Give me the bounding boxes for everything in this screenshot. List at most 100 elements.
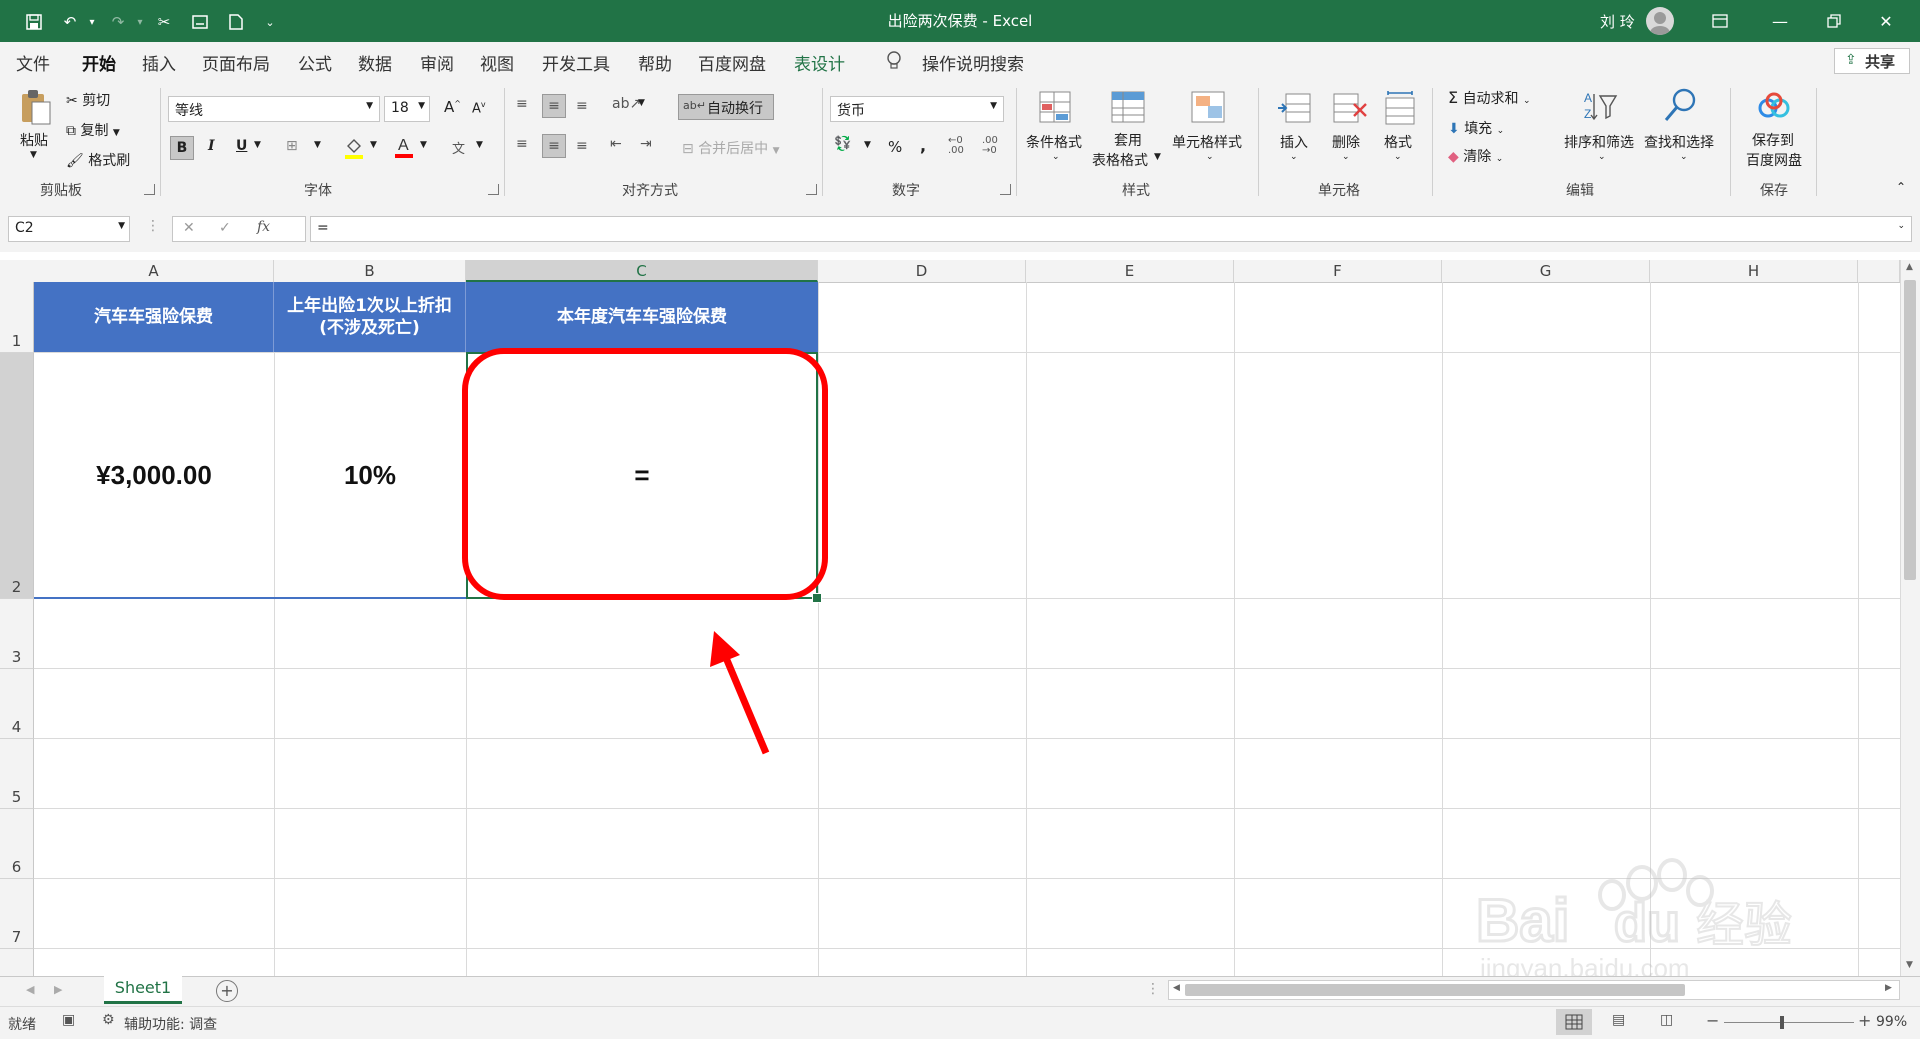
- baidu-netdisk-icon[interactable]: [1756, 92, 1794, 130]
- align-center-icon[interactable]: ≡: [542, 134, 566, 158]
- tab-data[interactable]: 数据: [358, 50, 392, 75]
- zoom-level[interactable]: 99%: [1876, 1014, 1907, 1030]
- zoom-slider[interactable]: [1724, 1022, 1854, 1023]
- zoom-slider-thumb[interactable]: [1780, 1016, 1784, 1029]
- row-header-1[interactable]: 1: [0, 282, 34, 353]
- sheet-tab-sheet1[interactable]: Sheet1: [104, 976, 182, 1004]
- row-header-7[interactable]: 7: [0, 879, 34, 949]
- font-name-select[interactable]: 等线 ▼: [168, 96, 380, 122]
- tab-review[interactable]: 审阅: [420, 50, 454, 75]
- horizontal-scrollbar[interactable]: ◀ ▶: [1168, 980, 1900, 1000]
- column-header-c[interactable]: C: [466, 260, 818, 282]
- fill-color-icon[interactable]: [344, 136, 364, 164]
- insert-cells-label[interactable]: 插入: [1280, 132, 1308, 152]
- clear-button[interactable]: ◆ 清除 ⌄: [1448, 146, 1503, 166]
- find-select-label[interactable]: 查找和选择: [1644, 132, 1714, 152]
- font-color-dropdown-icon[interactable]: ▼: [420, 140, 427, 150]
- cell-a1[interactable]: 汽车车强险保费: [34, 282, 274, 352]
- cell-styles-dropdown-icon[interactable]: ⌄: [1206, 152, 1214, 162]
- add-sheet-icon[interactable]: +: [216, 980, 238, 1002]
- format-cells-icon[interactable]: [1382, 90, 1420, 128]
- underline-button[interactable]: U: [236, 138, 247, 154]
- cut-button[interactable]: ✂ 剪切: [66, 90, 110, 110]
- scroll-up-icon[interactable]: ▲: [1906, 262, 1913, 272]
- decrease-indent-icon[interactable]: ⇤: [610, 136, 622, 152]
- tab-formulas[interactable]: 公式: [298, 50, 332, 75]
- format-dropdown-icon[interactable]: ⌄: [1394, 152, 1402, 162]
- row-header-6[interactable]: 6: [0, 809, 34, 879]
- format-as-table-icon[interactable]: [1110, 90, 1148, 128]
- zoom-in-icon[interactable]: +: [1858, 1011, 1871, 1030]
- row-header-8[interactable]: [0, 949, 34, 976]
- align-bottom-icon[interactable]: ≡: [576, 98, 588, 114]
- name-box[interactable]: C2 ▼: [8, 216, 130, 242]
- fill-handle[interactable]: [812, 593, 822, 603]
- column-header-more[interactable]: [1858, 260, 1900, 282]
- cancel-icon[interactable]: ✕: [183, 220, 195, 236]
- minimize-icon[interactable]: —: [1760, 8, 1800, 34]
- insert-cells-icon[interactable]: [1276, 90, 1314, 128]
- borders-icon[interactable]: ⊞: [286, 138, 298, 154]
- orientation-dropdown-icon[interactable]: ▼: [638, 98, 645, 108]
- format-painter-button[interactable]: 🖌 格式刷: [66, 150, 130, 170]
- underline-dropdown-icon[interactable]: ▼: [254, 140, 261, 150]
- tab-baidu-netdisk[interactable]: 百度网盘: [698, 50, 766, 75]
- accounting-icon[interactable]: 💱: [834, 136, 851, 152]
- fill-button[interactable]: ⬇ 填充 ⌄: [1448, 118, 1504, 138]
- paste-icon[interactable]: [18, 88, 56, 126]
- save-to-label-2[interactable]: 百度网盘: [1746, 150, 1802, 170]
- scroll-right-icon[interactable]: ▶: [1885, 983, 1892, 993]
- vertical-scroll-thumb[interactable]: [1904, 280, 1916, 580]
- tab-view[interactable]: 视图: [480, 50, 514, 75]
- tab-file[interactable]: 文件: [16, 50, 50, 75]
- format-as-table-label-1[interactable]: 套用: [1114, 130, 1142, 150]
- increase-decimal-icon[interactable]: ←0.00: [948, 136, 964, 156]
- column-header-b[interactable]: B: [274, 260, 466, 282]
- close-icon[interactable]: ✕: [1866, 8, 1906, 34]
- comma-button[interactable]: ,: [920, 136, 926, 155]
- tab-home[interactable]: 开始: [82, 50, 116, 83]
- align-left-icon[interactable]: ≡: [516, 136, 528, 152]
- font-launcher-icon[interactable]: [488, 184, 499, 195]
- enter-icon[interactable]: ✓: [219, 220, 231, 236]
- align-middle-icon[interactable]: ≡: [542, 94, 566, 118]
- align-top-icon[interactable]: ≡: [516, 96, 528, 112]
- vertical-scrollbar[interactable]: ▲ ▼: [1900, 260, 1920, 976]
- ribbon-display-icon[interactable]: [1700, 8, 1740, 34]
- tab-table-design[interactable]: 表设计: [794, 50, 845, 75]
- page-layout-view-icon[interactable]: ▤: [1612, 1012, 1625, 1028]
- macro-record-icon[interactable]: ▣: [62, 1012, 75, 1028]
- alignment-launcher-icon[interactable]: [806, 184, 817, 195]
- cell-b2[interactable]: 10%: [274, 353, 466, 598]
- column-header-f[interactable]: F: [1234, 260, 1442, 282]
- tab-help[interactable]: 帮助: [638, 50, 672, 75]
- delete-cells-icon[interactable]: [1330, 90, 1368, 128]
- split-handle-icon[interactable]: ⋮: [1146, 981, 1160, 997]
- collapse-ribbon-icon[interactable]: ⌃: [1896, 180, 1906, 194]
- cell-c1[interactable]: 本年度汽车车强险保费: [466, 282, 818, 352]
- next-sheet-icon[interactable]: ▶: [54, 983, 62, 996]
- save-to-label-1[interactable]: 保存到: [1752, 130, 1794, 150]
- row-header-5[interactable]: 5: [0, 739, 34, 809]
- number-format-select[interactable]: 货币 ▼: [830, 96, 1004, 122]
- decrease-font-icon[interactable]: Av: [472, 100, 486, 116]
- row-header-3[interactable]: 3: [0, 599, 34, 669]
- conditional-formatting-icon[interactable]: [1038, 90, 1076, 128]
- sort-filter-icon[interactable]: AZ: [1582, 88, 1620, 126]
- accessibility-status[interactable]: 辅助功能: 调查: [124, 1014, 217, 1034]
- orientation-icon[interactable]: ab↗: [612, 96, 641, 112]
- column-header-a[interactable]: A: [34, 260, 274, 282]
- format-as-table-label-2[interactable]: 表格格式: [1092, 150, 1148, 170]
- bold-button[interactable]: B: [170, 136, 194, 160]
- sort-filter-label[interactable]: 排序和筛选: [1564, 132, 1634, 152]
- cell-styles-icon[interactable]: [1190, 90, 1228, 128]
- column-header-h[interactable]: H: [1650, 260, 1858, 282]
- column-header-g[interactable]: G: [1442, 260, 1650, 282]
- conditional-formatting-dropdown-icon[interactable]: ⌄: [1052, 152, 1060, 162]
- prev-sheet-icon[interactable]: ◀: [26, 983, 34, 996]
- row-header-4[interactable]: 4: [0, 669, 34, 739]
- tell-me-search[interactable]: 操作说明搜索: [922, 50, 1024, 75]
- font-color-icon[interactable]: A: [394, 134, 414, 164]
- tab-developer[interactable]: 开发工具: [542, 50, 610, 75]
- delete-dropdown-icon[interactable]: ⌄: [1342, 152, 1350, 162]
